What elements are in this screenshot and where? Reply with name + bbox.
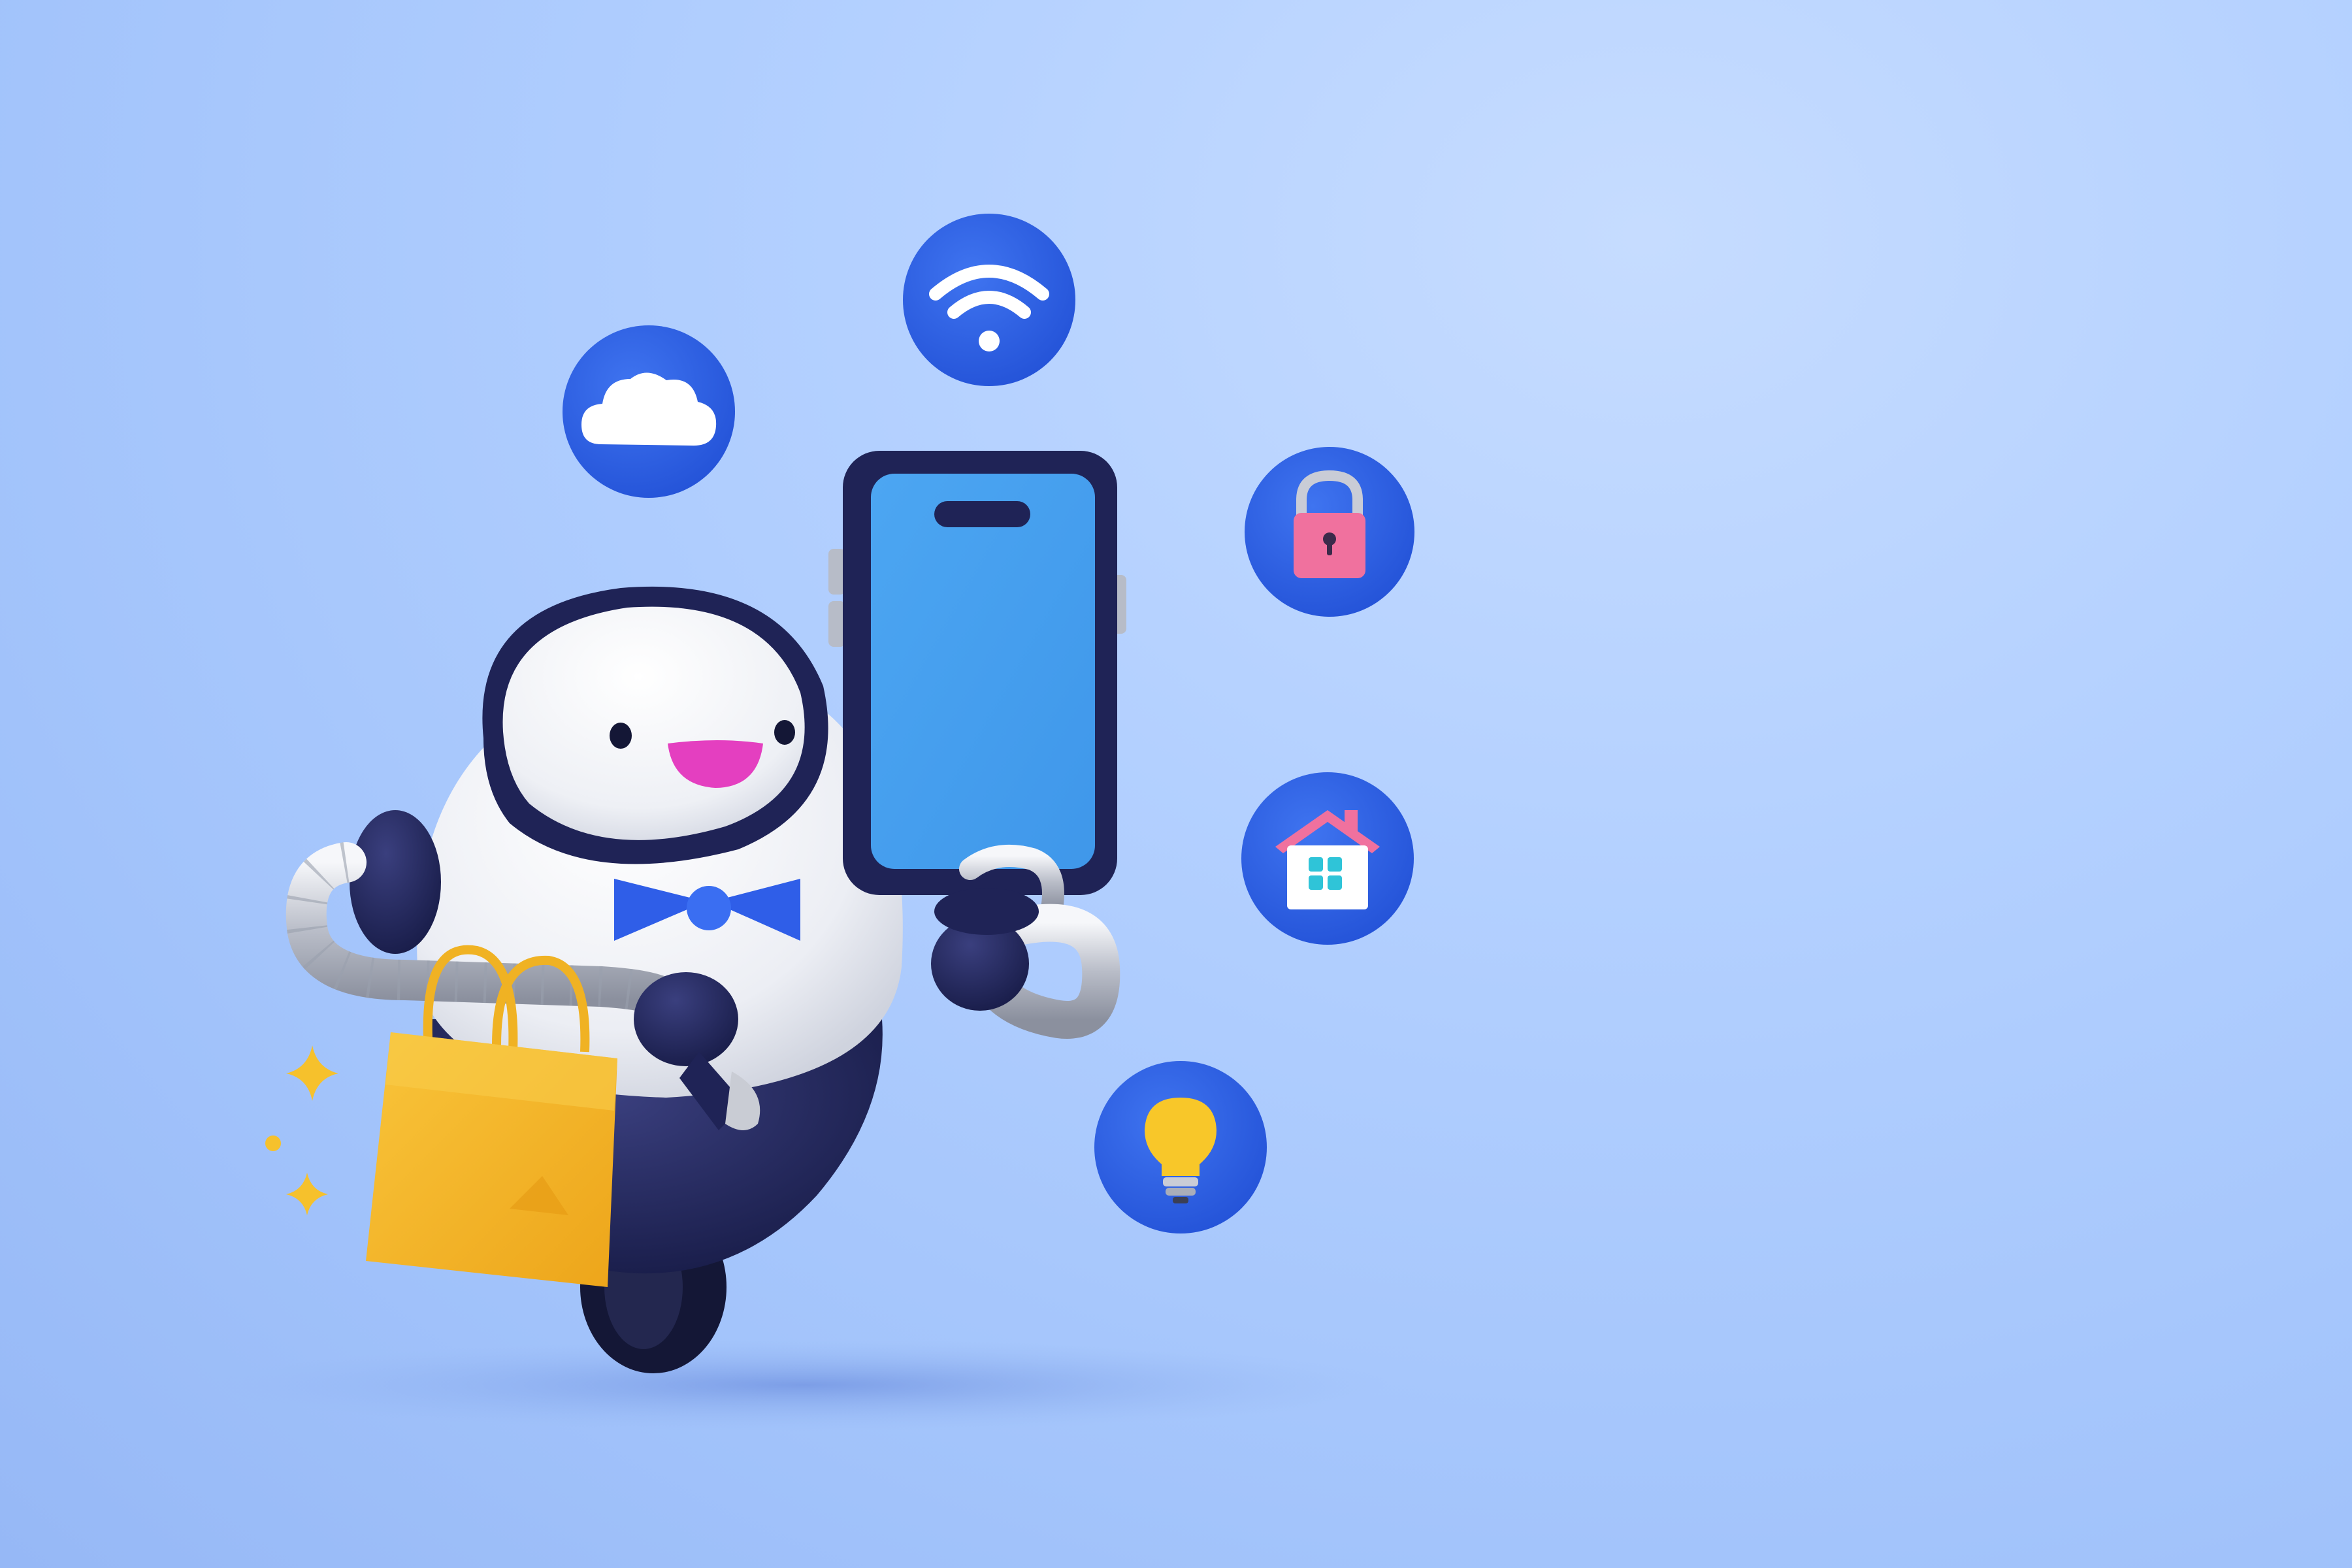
ground-shadow xyxy=(216,1339,1392,1431)
robot-illustration xyxy=(216,214,1414,1431)
home-bubble xyxy=(1241,772,1414,945)
robot-head xyxy=(502,606,805,840)
robot-left-eye xyxy=(610,723,632,749)
lock-bubble xyxy=(1245,447,1414,617)
robot-left-shoulder xyxy=(350,810,441,954)
illustration-scene xyxy=(0,0,2352,1568)
robot-right-eye xyxy=(774,720,795,745)
smartphone xyxy=(828,451,1126,895)
wifi-bubble xyxy=(903,214,1075,386)
phone-screen xyxy=(871,474,1095,869)
sparkles xyxy=(265,1045,338,1215)
phone-notch xyxy=(934,501,1030,527)
lightbulb-bubble xyxy=(1094,1061,1267,1233)
cloud-bubble xyxy=(563,325,735,498)
